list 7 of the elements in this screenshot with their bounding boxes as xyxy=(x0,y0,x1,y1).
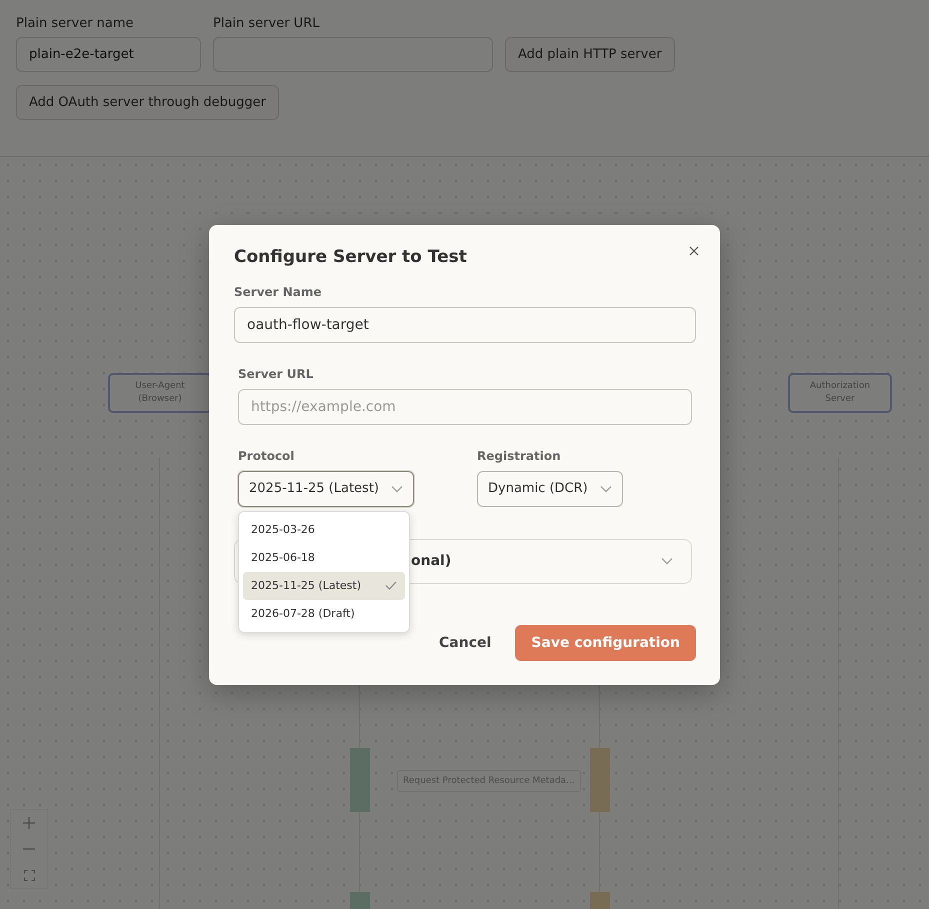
field-label: Protocol xyxy=(238,448,296,462)
field-label: Server URL xyxy=(238,366,314,380)
field-label: Registration xyxy=(477,448,562,462)
dialog-title: Configure Server to Test xyxy=(234,246,468,266)
field-label: Plain server name xyxy=(16,16,135,31)
field-label: Plain server URL xyxy=(213,16,320,31)
field-label: Server Name xyxy=(234,284,323,298)
